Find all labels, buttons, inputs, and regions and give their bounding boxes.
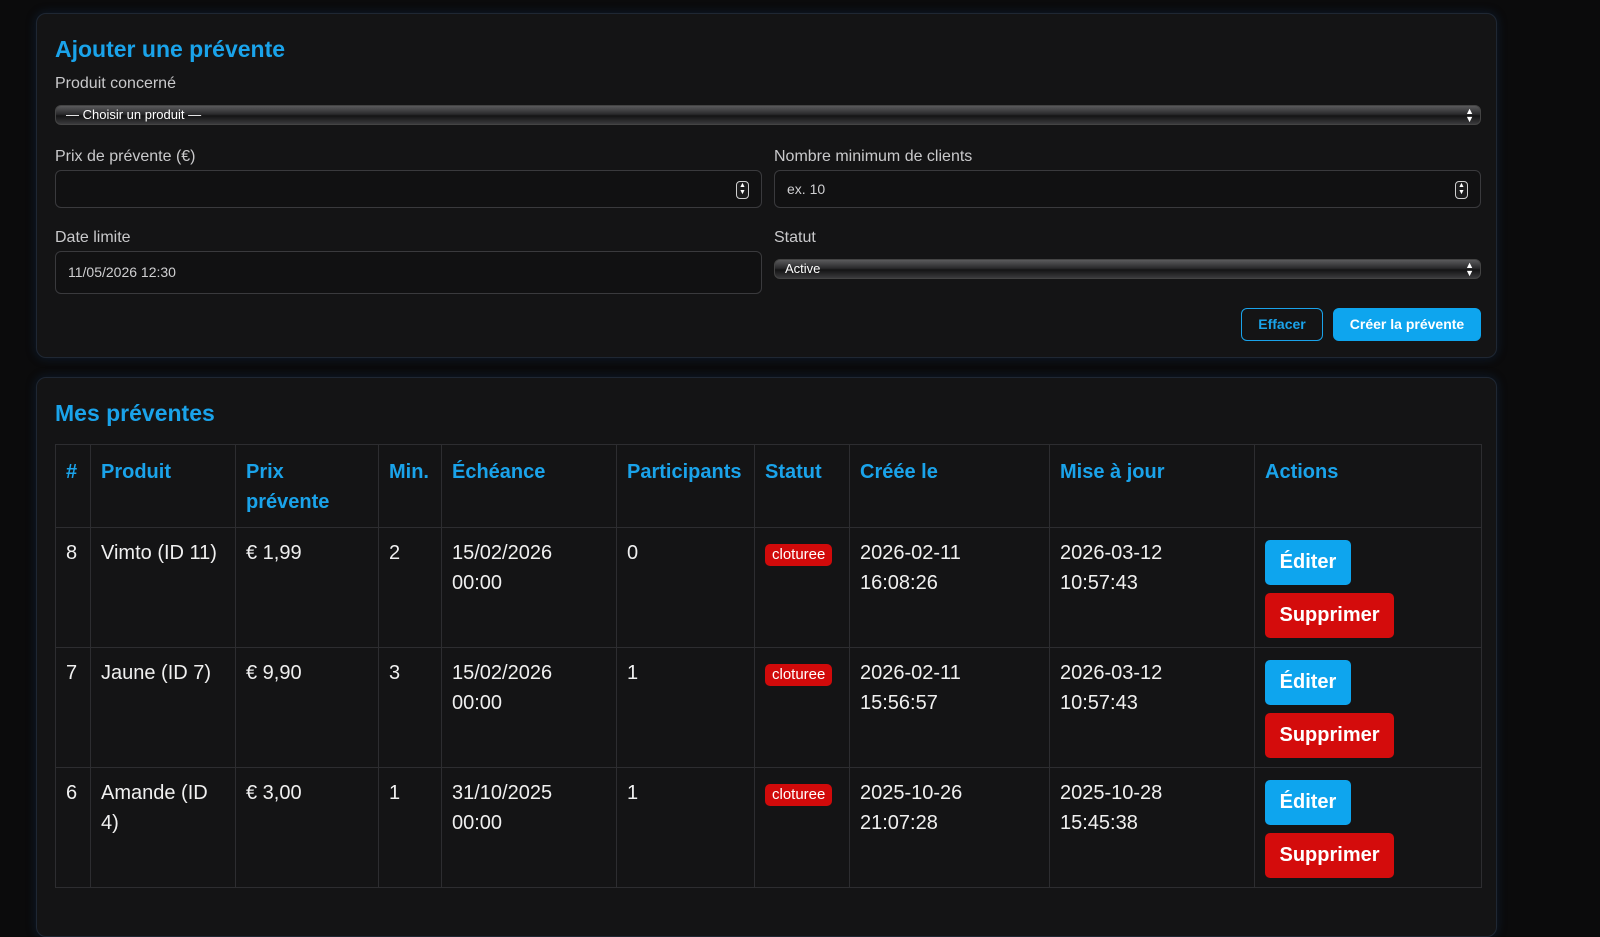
product-label: Produit concerné: [55, 75, 176, 92]
row-actions: Éditer Supprimer: [1254, 647, 1482, 768]
col-status: Statut: [754, 444, 850, 528]
row-status-cell: cloturee: [754, 527, 850, 648]
min-clients-placeholder: ex. 10: [787, 181, 826, 197]
row-price: € 3,00: [235, 767, 379, 888]
row-min: 2: [378, 527, 442, 648]
min-clients-input[interactable]: ex. 10 ▲ ▼: [774, 170, 1481, 208]
status-badge: cloturee: [765, 544, 833, 566]
list-title: Mes préventes: [55, 400, 215, 426]
price-input[interactable]: ▲ ▼: [55, 170, 762, 208]
edit-button[interactable]: Éditer: [1265, 540, 1351, 585]
deadline-input[interactable]: 11/05/2026 12:30: [55, 251, 762, 294]
row-actions: Éditer Supprimer: [1254, 767, 1482, 888]
status-badge: cloturee: [765, 664, 833, 686]
edit-button[interactable]: Éditer: [1265, 660, 1351, 705]
col-product: Produit: [90, 444, 236, 528]
col-participants: Participants: [616, 444, 755, 528]
product-select[interactable]: — Choisir un produit — ▲ ▼: [55, 105, 1481, 125]
delete-button[interactable]: Supprimer: [1265, 593, 1394, 638]
presales-table: # Produit Prix prévente Min. Échéance Pa…: [55, 444, 1482, 888]
add-presale-card: Ajouter une prévente Produit concerné — …: [36, 13, 1497, 358]
col-id: #: [55, 444, 91, 528]
deadline-label: Date limite: [55, 229, 131, 246]
row-price: € 9,90: [235, 647, 379, 768]
row-participants: 1: [616, 767, 755, 888]
form-title: Ajouter une prévente: [55, 36, 286, 62]
row-min: 3: [378, 647, 442, 768]
edit-button[interactable]: Éditer: [1265, 780, 1351, 825]
row-id: 6: [55, 767, 91, 888]
presales-list-card: Mes préventes # Produit Prix prévente Mi…: [36, 377, 1497, 937]
price-label: Prix de prévente (€): [55, 148, 196, 165]
table-row: 7 Jaune (ID 7) € 9,90 3 15/02/2026 00:00…: [55, 647, 1482, 768]
table-row: 6 Amande (ID 4) € 3,00 1 31/10/2025 00:0…: [55, 767, 1482, 888]
row-product: Amande (ID 4): [90, 767, 236, 888]
select-arrows-icon: ▲ ▼: [1465, 260, 1474, 278]
col-min: Min.: [378, 444, 442, 528]
delete-button[interactable]: Supprimer: [1265, 833, 1394, 878]
row-participants: 0: [616, 527, 755, 648]
row-participants: 1: [616, 647, 755, 768]
table-header-row: # Produit Prix prévente Min. Échéance Pa…: [55, 444, 1482, 528]
row-min: 1: [378, 767, 442, 888]
min-clients-label: Nombre minimum de clients: [774, 148, 973, 165]
row-updated: 2026-03-12 10:57:43: [1049, 527, 1255, 648]
row-updated: 2025-10-28 15:45:38: [1049, 767, 1255, 888]
status-badge: cloturee: [765, 784, 833, 806]
row-updated: 2026-03-12 10:57:43: [1049, 647, 1255, 768]
row-created: 2026-02-11 16:08:26: [849, 527, 1050, 648]
deadline-input-value: 11/05/2026 12:30: [68, 264, 176, 280]
row-price: € 1,99: [235, 527, 379, 648]
delete-button[interactable]: Supprimer: [1265, 713, 1394, 758]
row-deadline: 15/02/2026 00:00: [441, 527, 617, 648]
status-select-value: Active: [785, 261, 821, 276]
row-created: 2026-02-11 15:56:57: [849, 647, 1050, 768]
row-deadline: 15/02/2026 00:00: [441, 647, 617, 768]
select-arrows-icon: ▲ ▼: [1465, 106, 1474, 124]
row-status-cell: cloturee: [754, 767, 850, 888]
spinner-icon[interactable]: ▲ ▼: [736, 181, 749, 199]
row-actions: Éditer Supprimer: [1254, 527, 1482, 648]
col-created: Créée le: [849, 444, 1050, 528]
row-id: 8: [55, 527, 91, 648]
product-select-value: — Choisir un produit —: [66, 107, 202, 122]
clear-button[interactable]: Effacer: [1241, 308, 1323, 341]
col-deadline: Échéance: [441, 444, 617, 528]
col-price: Prix prévente: [235, 444, 379, 528]
col-actions: Actions: [1254, 444, 1482, 528]
row-created: 2025-10-26 21:07:28: [849, 767, 1050, 888]
status-select[interactable]: Active ▲ ▼: [774, 259, 1481, 279]
status-label: Statut: [774, 229, 816, 246]
col-updated: Mise à jour: [1049, 444, 1255, 528]
spinner-icon[interactable]: ▲ ▼: [1455, 181, 1468, 199]
row-product: Jaune (ID 7): [90, 647, 236, 768]
create-presale-button[interactable]: Créer la prévente: [1333, 308, 1481, 341]
row-status-cell: cloturee: [754, 647, 850, 768]
row-product: Vimto (ID 11): [90, 527, 236, 648]
table-row: 8 Vimto (ID 11) € 1,99 2 15/02/2026 00:0…: [55, 527, 1482, 648]
row-id: 7: [55, 647, 91, 768]
row-deadline: 31/10/2025 00:00: [441, 767, 617, 888]
